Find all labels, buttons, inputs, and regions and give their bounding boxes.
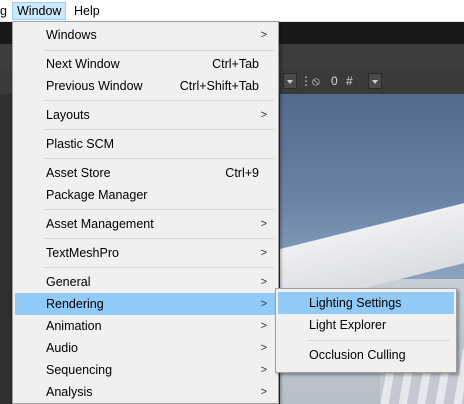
menu-separator <box>44 238 274 239</box>
menu-item-label: Previous Window <box>46 79 143 93</box>
menu-item-label: Next Window <box>46 57 120 71</box>
menu-item-label: Animation <box>46 319 102 333</box>
grid-dropdown-icon[interactable] <box>368 73 382 89</box>
menu-separator <box>44 158 274 159</box>
chevron-right-icon: > <box>260 109 267 121</box>
chevron-right-icon: > <box>260 364 267 376</box>
menu-item-next-window[interactable]: Next Window Ctrl+Tab <box>15 53 276 75</box>
menu-item-animation[interactable]: Animation > <box>15 315 276 337</box>
menu-separator <box>44 100 274 101</box>
toolbar-dropdown-icon[interactable] <box>283 73 297 89</box>
menu-bar: g Window Help <box>0 0 464 22</box>
menu-item-shortcut: Ctrl+Tab <box>212 57 259 71</box>
grid-snap-icon[interactable]: # <box>346 73 353 89</box>
menu-item-label: General <box>46 275 91 289</box>
menu-item-previous-window[interactable]: Previous Window Ctrl+Shift+Tab <box>15 75 276 97</box>
window-menu: Windows > Next Window Ctrl+Tab Previous … <box>12 21 279 404</box>
menu-separator <box>44 50 274 51</box>
menu-item-label: Asset Management <box>46 217 154 231</box>
chevron-right-icon: > <box>260 29 267 41</box>
rendering-submenu: Lighting Settings Light Explorer Occlusi… <box>275 288 457 373</box>
submenu-item-label: Lighting Settings <box>309 296 402 310</box>
menu-item-plastic-scm[interactable]: Plastic SCM <box>15 133 276 155</box>
menu-separator <box>307 340 450 341</box>
menu-item-rendering[interactable]: Rendering > <box>15 293 276 315</box>
chevron-right-icon: > <box>260 342 267 354</box>
menu-item-shortcut: Ctrl+9 <box>225 166 259 180</box>
menu-item-sequencing[interactable]: Sequencing > <box>15 359 276 381</box>
submenu-item-lighting-settings[interactable]: Lighting Settings <box>278 292 454 314</box>
menu-item-textmeshpro[interactable]: TextMeshPro > <box>15 242 276 264</box>
menu-separator <box>44 129 274 130</box>
menubar-item-help[interactable]: Help <box>70 2 104 20</box>
menu-item-label: Analysis <box>46 385 93 399</box>
chevron-right-icon: > <box>260 298 267 310</box>
menu-item-label: Windows <box>46 28 97 42</box>
menu-item-general[interactable]: General > <box>15 271 276 293</box>
menu-item-package-manager[interactable]: Package Manager <box>15 184 276 206</box>
menu-item-label: Package Manager <box>46 188 148 202</box>
submenu-item-light-explorer[interactable]: Light Explorer <box>278 314 454 336</box>
menubar-item-window[interactable]: Window <box>12 2 67 20</box>
menu-separator <box>44 209 274 210</box>
menu-item-asset-store[interactable]: Asset Store Ctrl+9 <box>15 162 276 184</box>
menu-item-audio[interactable]: Audio > <box>15 337 276 359</box>
submenu-item-occlusion-culling[interactable]: Occlusion Culling <box>278 344 454 366</box>
menu-item-windows[interactable]: Windows > <box>15 24 276 46</box>
menu-item-label: Plastic SCM <box>46 137 115 151</box>
hidden-objects-count: 0 <box>331 74 338 88</box>
left-panel <box>0 94 10 404</box>
chevron-right-icon: > <box>260 218 267 230</box>
menu-item-layouts[interactable]: Layouts > <box>15 104 276 126</box>
menu-item-asset-management[interactable]: Asset Management > <box>15 213 276 235</box>
chevron-right-icon: > <box>260 276 267 288</box>
menu-item-label: Layouts <box>46 108 90 122</box>
menubar-item-truncated[interactable]: g <box>0 2 11 20</box>
submenu-item-label: Occlusion Culling <box>309 348 406 362</box>
submenu-item-label: Light Explorer <box>309 318 387 332</box>
toolbar-separator: ⋮ <box>300 74 312 88</box>
chevron-right-icon: > <box>260 386 267 398</box>
chevron-right-icon: > <box>260 320 267 332</box>
menu-item-analysis[interactable]: Analysis > <box>15 381 276 403</box>
menu-item-label: TextMeshPro <box>46 246 119 260</box>
menu-item-label: Audio <box>46 341 78 355</box>
menu-separator <box>44 267 274 268</box>
menu-item-shortcut: Ctrl+Shift+Tab <box>179 79 259 93</box>
menu-item-label: Rendering <box>46 297 104 311</box>
chevron-right-icon: > <box>260 247 267 259</box>
visibility-hidden-icon[interactable]: ⦸ <box>312 73 320 89</box>
menu-item-label: Asset Store <box>46 166 111 180</box>
menu-item-label: Sequencing <box>46 363 113 377</box>
